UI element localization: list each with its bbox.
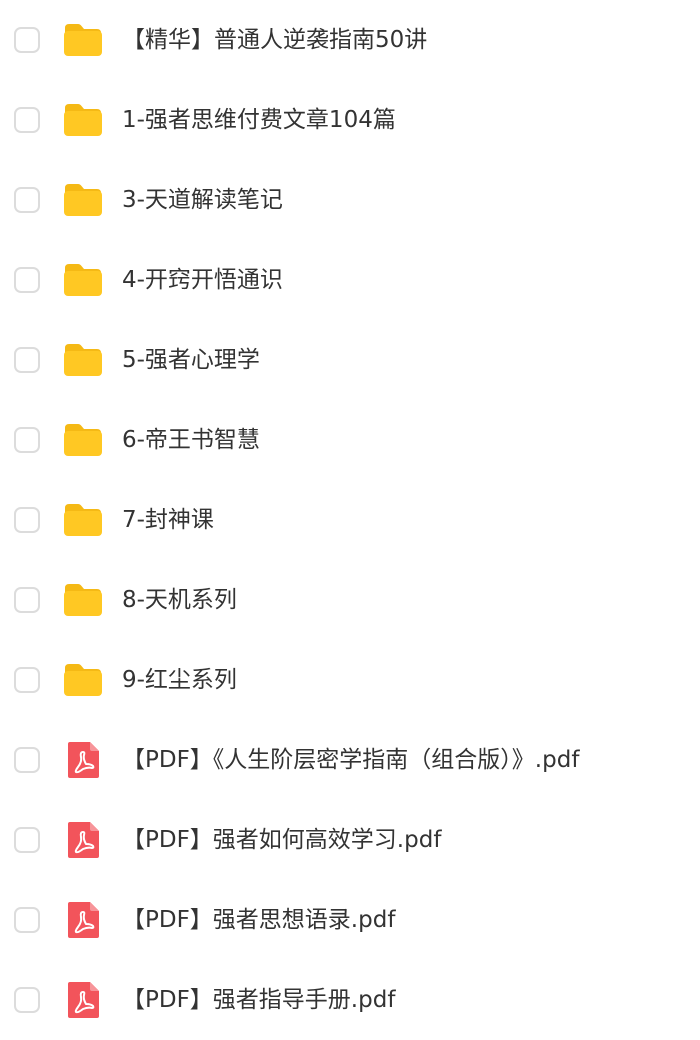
file-name[interactable]: 5-强者心理学 (122, 345, 260, 375)
row-checkbox[interactable] (14, 187, 40, 213)
file-row[interactable]: 【PDF】《人生阶层密学指南（组合版）》.pdf (0, 720, 700, 800)
folder-row[interactable]: 3-天道解读笔记 (0, 160, 700, 240)
row-checkbox[interactable] (14, 267, 40, 293)
folder-icon (62, 101, 104, 139)
folder-icon (62, 21, 104, 59)
file-name[interactable]: 【PDF】强者指导手册.pdf (122, 985, 395, 1015)
folder-row[interactable]: 6-帝王书智慧 (0, 400, 700, 480)
folder-icon (62, 661, 104, 699)
folder-row[interactable]: 1-强者思维付费文章104篇 (0, 80, 700, 160)
row-checkbox[interactable] (14, 827, 40, 853)
file-name[interactable]: 7-封神课 (122, 505, 214, 535)
file-name[interactable]: 8-天机系列 (122, 585, 237, 615)
row-checkbox[interactable] (14, 907, 40, 933)
folder-icon (62, 181, 104, 219)
file-name[interactable]: 4-开窍开悟通识 (122, 265, 283, 295)
pdf-icon (62, 981, 104, 1019)
row-checkbox[interactable] (14, 747, 40, 773)
file-name[interactable]: 【PDF】强者如何高效学习.pdf (122, 825, 441, 855)
file-name[interactable]: 1-强者思维付费文章104篇 (122, 105, 396, 135)
folder-row[interactable]: 9-红尘系列 (0, 640, 700, 720)
folder-row[interactable]: 8-天机系列 (0, 560, 700, 640)
file-name[interactable]: 【PDF】《人生阶层密学指南（组合版）》.pdf (122, 745, 579, 775)
pdf-icon (62, 821, 104, 859)
folder-icon (62, 341, 104, 379)
row-checkbox[interactable] (14, 347, 40, 373)
row-checkbox[interactable] (14, 107, 40, 133)
folder-row[interactable]: 5-强者心理学 (0, 320, 700, 400)
file-row[interactable]: 【PDF】强者思想语录.pdf (0, 880, 700, 960)
folder-row[interactable]: 4-开窍开悟通识 (0, 240, 700, 320)
pdf-icon (62, 741, 104, 779)
folder-icon (62, 261, 104, 299)
file-name[interactable]: 9-红尘系列 (122, 665, 237, 695)
file-name[interactable]: 【PDF】强者思想语录.pdf (122, 905, 395, 935)
folder-row[interactable]: 7-封神课 (0, 480, 700, 560)
row-checkbox[interactable] (14, 507, 40, 533)
row-checkbox[interactable] (14, 987, 40, 1013)
file-name[interactable]: 3-天道解读笔记 (122, 185, 283, 215)
folder-icon (62, 581, 104, 619)
folder-icon (62, 421, 104, 459)
file-row[interactable]: 【PDF】强者指导手册.pdf (0, 960, 700, 1040)
file-row[interactable]: 【PDF】强者如何高效学习.pdf (0, 800, 700, 880)
folder-icon (62, 501, 104, 539)
file-name[interactable]: 6-帝王书智慧 (122, 425, 260, 455)
file-name[interactable]: 【精华】普通人逆袭指南50讲 (122, 25, 427, 55)
row-checkbox[interactable] (14, 27, 40, 53)
row-checkbox[interactable] (14, 587, 40, 613)
row-checkbox[interactable] (14, 427, 40, 453)
row-checkbox[interactable] (14, 667, 40, 693)
pdf-icon (62, 901, 104, 939)
file-list: 【精华】普通人逆袭指南50讲 1-强者思维付费文章104篇 3-天道解读笔记 4… (0, 0, 700, 1030)
folder-row[interactable]: 【精华】普通人逆袭指南50讲 (0, 0, 700, 80)
